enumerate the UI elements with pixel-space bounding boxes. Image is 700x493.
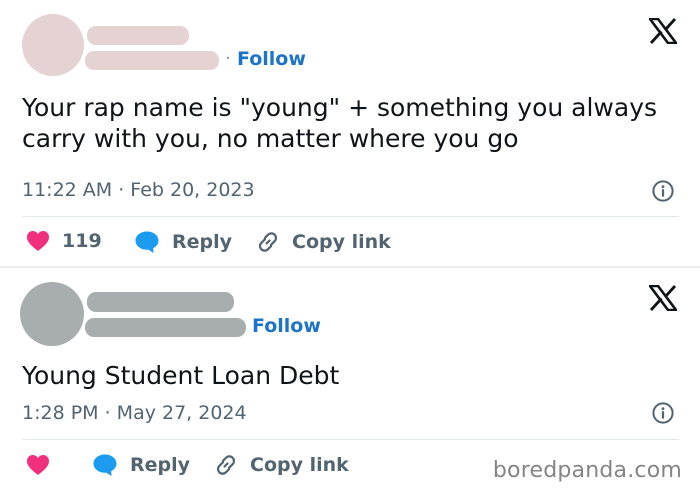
- divider: [22, 216, 679, 217]
- tweet-text-line: Young Student Loan Debt: [22, 361, 340, 390]
- copy-link-button[interactable]: Copy link: [214, 453, 349, 477]
- x-logo-icon[interactable]: [649, 18, 677, 44]
- heart-icon: [27, 231, 49, 251]
- tweet-text-line: carry with you, no matter where you go: [22, 124, 519, 153]
- tweet-text: Young Student Loan Debt: [22, 360, 682, 391]
- copy-link-button[interactable]: Copy link: [256, 230, 391, 254]
- like-count: 119: [62, 230, 102, 252]
- info-icon[interactable]: [652, 402, 674, 424]
- post-card: Follow Young Student Loan Debt 1:28 PM ·…: [0, 268, 700, 493]
- follow-button[interactable]: Follow: [237, 48, 306, 70]
- link-icon: [258, 232, 278, 252]
- follow-button[interactable]: Follow: [252, 315, 321, 337]
- redacted-display-name: [87, 292, 234, 312]
- reply-button[interactable]: Reply: [92, 453, 190, 477]
- divider: [22, 439, 679, 440]
- x-logo-icon[interactable]: [649, 285, 677, 311]
- reply-button[interactable]: Reply: [134, 230, 232, 254]
- redacted-display-name: [87, 26, 189, 45]
- speech-bubble-icon: [135, 231, 159, 253]
- reply-label: Reply: [172, 231, 233, 253]
- info-icon[interactable]: [652, 180, 674, 202]
- post-card: · Follow Your rap name is "young" + some…: [0, 0, 700, 266]
- link-icon: [216, 455, 236, 475]
- tweet-text-line: Your rap name is "young" + something you…: [22, 93, 658, 122]
- redacted-username: [85, 318, 246, 337]
- avatar[interactable]: [20, 282, 84, 346]
- like-button[interactable]: [26, 454, 50, 476]
- redacted-username: [85, 51, 219, 70]
- reply-label: Reply: [130, 454, 191, 476]
- speech-bubble-icon: [93, 454, 117, 476]
- tweet-text: Your rap name is "young" + something you…: [22, 92, 682, 154]
- timestamp[interactable]: 11:22 AM · Feb 20, 2023: [22, 179, 255, 201]
- heart-icon: [27, 455, 49, 475]
- separator-dot: ·: [225, 48, 231, 69]
- watermark: boredpanda.com: [492, 458, 682, 483]
- copy-link-label: Copy link: [292, 231, 391, 253]
- copy-link-label: Copy link: [250, 454, 349, 476]
- like-button[interactable]: 119: [26, 230, 102, 252]
- timestamp[interactable]: 1:28 PM · May 27, 2024: [22, 402, 247, 424]
- avatar[interactable]: [22, 14, 84, 76]
